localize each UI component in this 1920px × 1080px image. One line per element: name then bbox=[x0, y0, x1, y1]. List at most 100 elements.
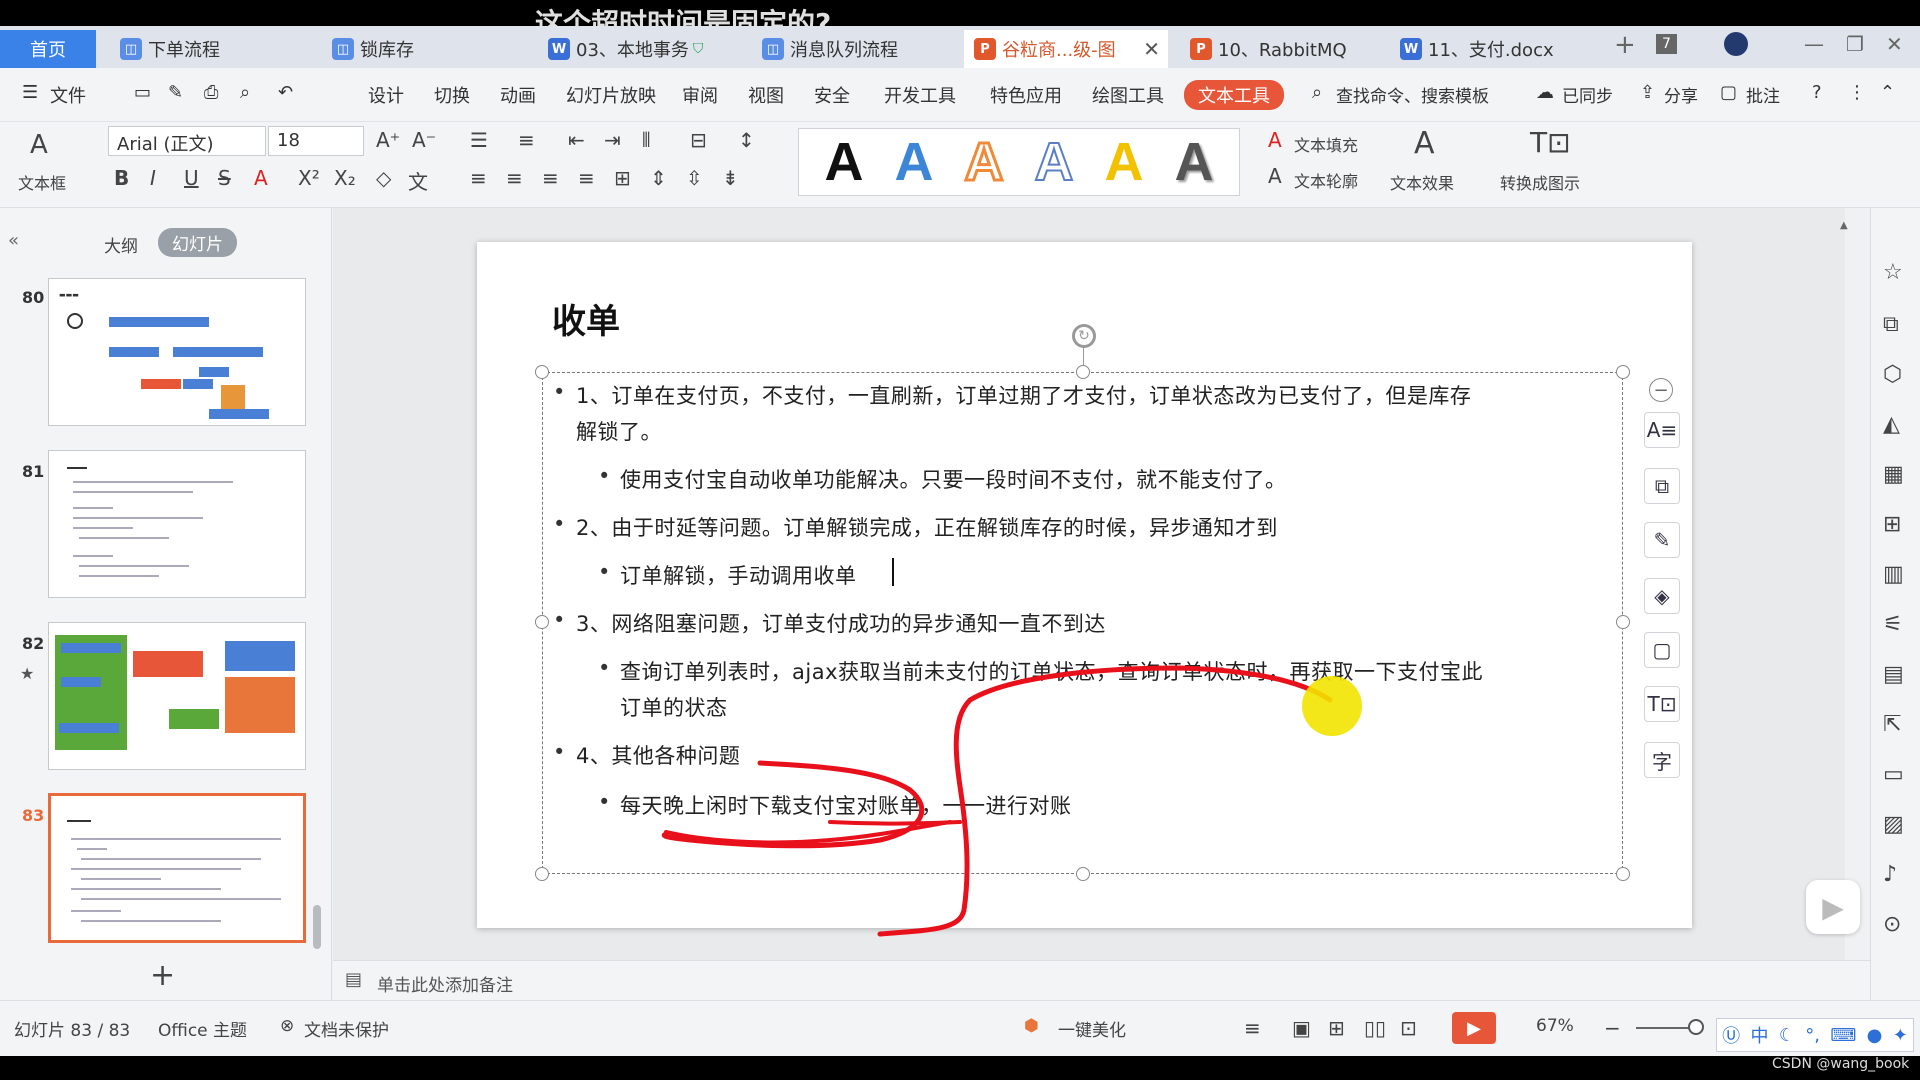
increase-font-icon[interactable]: A⁺ bbox=[376, 128, 400, 152]
menu-view[interactable]: 视图 bbox=[748, 82, 784, 108]
zoom-level[interactable]: 67% bbox=[1536, 1016, 1574, 1036]
ime-logo-icon[interactable]: Ⓤ bbox=[1722, 1022, 1740, 1048]
decrease-indent-icon[interactable]: ⇤ bbox=[568, 128, 585, 152]
superscript-icon[interactable]: X² bbox=[298, 166, 320, 190]
menu-file[interactable]: 文件 bbox=[50, 82, 86, 108]
add-slide-button[interactable]: + bbox=[150, 958, 175, 993]
bullet-level1[interactable]: 3、网络阻塞问题，订单支付成功的异步通知一直不到达 bbox=[553, 608, 1106, 638]
style-icon[interactable]: ◭ bbox=[1883, 412, 1900, 437]
menu-animation[interactable]: 动画 bbox=[500, 82, 536, 108]
strikethrough-icon[interactable]: S bbox=[218, 166, 231, 190]
ime-toolbar[interactable]: Ⓤ 中 ☾ °, ⌨ ● ✦ bbox=[1716, 1018, 1914, 1052]
bullet-level2[interactable]: 订单解锁，手动调用收单 bbox=[598, 560, 857, 590]
vertical-align-icon[interactable]: ⇳ bbox=[686, 166, 703, 190]
more-icon[interactable]: ⋮ bbox=[1848, 82, 1866, 103]
slide-thumbnail-81[interactable] bbox=[48, 450, 306, 598]
help-icon[interactable]: ? bbox=[1812, 82, 1822, 103]
tab-rabbitmq[interactable]: P 10、RabbitMQ bbox=[1180, 30, 1380, 68]
chart-icon[interactable]: ▥ bbox=[1883, 562, 1904, 587]
ime-keyboard-icon[interactable]: ⌨ bbox=[1830, 1025, 1856, 1046]
align-center-icon[interactable]: ≡ bbox=[506, 166, 523, 190]
text-fill-button[interactable]: 文本填充 bbox=[1294, 132, 1358, 156]
new-tab-icon[interactable]: + bbox=[1614, 30, 1636, 60]
tab-local-transaction[interactable]: W 03、本地事务 ⛉ bbox=[538, 30, 738, 68]
ime-language[interactable]: 中 bbox=[1750, 1022, 1768, 1048]
numbered-list-icon[interactable]: ≡ bbox=[518, 128, 535, 152]
menu-security[interactable]: 安全 bbox=[814, 82, 850, 108]
location-icon[interactable]: ⊙ bbox=[1883, 912, 1901, 937]
minimize-icon[interactable]: — bbox=[1804, 32, 1824, 56]
tab-lock-stock[interactable]: ◫ 锁库存 bbox=[322, 30, 522, 68]
dictionary-icon[interactable]: 字 bbox=[1644, 742, 1680, 778]
sorter-view-icon[interactable]: ⊞ bbox=[1328, 1016, 1345, 1040]
thumbnail-scrollbar[interactable] bbox=[313, 905, 321, 949]
italic-icon[interactable]: I bbox=[150, 166, 156, 190]
art-style-orange-outline[interactable]: A bbox=[963, 131, 1005, 194]
tab-outline[interactable]: 大纲 bbox=[104, 232, 138, 257]
resize-handle-right[interactable] bbox=[1616, 615, 1630, 629]
slide-thumbnail-83[interactable] bbox=[48, 793, 306, 943]
bullet-level1[interactable]: 2、由于时延等问题。订单解锁完成，正在解锁库存的时候，异步通知才到 bbox=[553, 512, 1278, 542]
save-icon[interactable]: ▭ bbox=[134, 82, 151, 103]
text-outline-button[interactable]: 文本轮廓 bbox=[1294, 168, 1358, 192]
zoom-slider-knob[interactable] bbox=[1688, 1019, 1704, 1035]
menu-design[interactable]: 设计 bbox=[368, 82, 404, 108]
column-icon[interactable]: ⫴ bbox=[642, 128, 650, 152]
collapse-panel-icon[interactable]: « bbox=[8, 230, 19, 251]
menu-review[interactable]: 审阅 bbox=[682, 82, 718, 108]
slide-thumbnail-82[interactable] bbox=[48, 622, 306, 770]
align-right-icon[interactable]: ≡ bbox=[542, 166, 559, 190]
tab-count-badge[interactable]: 7 bbox=[1656, 34, 1677, 54]
text-layout-icon[interactable]: A≡ bbox=[1644, 412, 1680, 448]
ime-punct-icon[interactable]: °, bbox=[1805, 1025, 1820, 1046]
bold-icon[interactable]: B bbox=[114, 166, 129, 190]
beautify-button[interactable]: 一键美化 bbox=[1058, 1016, 1126, 1041]
print-icon[interactable]: ⎙ bbox=[204, 82, 218, 103]
avatar[interactable] bbox=[1724, 32, 1748, 56]
pen-icon[interactable]: ✎ bbox=[1644, 522, 1680, 558]
bullet-level2[interactable]: 查询订单列表时，ajax获取当前未支付的订单状态，查询订单状态时，再获取一下支付… bbox=[598, 656, 1483, 686]
zoom-out-icon[interactable]: − bbox=[1604, 1016, 1621, 1040]
notes-toggle-icon[interactable]: ≡ bbox=[1244, 1016, 1261, 1040]
rotate-handle-icon[interactable]: ↻ bbox=[1072, 324, 1096, 348]
tab-home[interactable]: 首页 bbox=[0, 30, 96, 68]
hamburger-icon[interactable]: ☰ bbox=[22, 82, 38, 103]
print-preview-icon[interactable]: ⌕ bbox=[240, 82, 250, 103]
bullet-level1[interactable]: 4、其他各种问题 bbox=[553, 740, 740, 770]
search-icon[interactable]: ⌕ bbox=[1312, 82, 1322, 103]
frame-icon[interactable]: ▢ bbox=[1644, 632, 1680, 668]
clear-format-icon[interactable]: ◇ bbox=[376, 166, 391, 190]
bullet-list-icon[interactable]: ☰ bbox=[470, 128, 488, 152]
distribute-icon[interactable]: ⊞ bbox=[614, 166, 631, 190]
menu-text-tools[interactable]: 文本工具 bbox=[1184, 80, 1284, 110]
close-icon[interactable]: ✕ bbox=[1143, 37, 1160, 61]
menu-slideshow[interactable]: 幻灯片放映 bbox=[566, 82, 656, 108]
play-slideshow-icon[interactable]: ▶ bbox=[1452, 1012, 1496, 1044]
layers-icon[interactable]: ⧉ bbox=[1644, 468, 1680, 504]
font-name-select[interactable]: Arial (正文) bbox=[108, 126, 266, 156]
menu-features[interactable]: 特色应用 bbox=[990, 82, 1062, 108]
align-left-icon[interactable]: ≡ bbox=[470, 166, 487, 190]
resize-handle-top[interactable] bbox=[1076, 365, 1090, 379]
resize-handle-bottom[interactable] bbox=[1076, 867, 1090, 881]
audio-icon[interactable]: ♪ bbox=[1883, 862, 1897, 887]
textbox-button[interactable]: 文本框 bbox=[18, 170, 66, 194]
menu-transition[interactable]: 切换 bbox=[434, 82, 470, 108]
table-icon[interactable]: ▦ bbox=[1883, 462, 1904, 487]
font-size-select[interactable]: 18 bbox=[268, 126, 364, 156]
convert-diagram-button[interactable]: 转换成图示 bbox=[1500, 170, 1580, 194]
archive-icon[interactable]: ▭ bbox=[1883, 762, 1904, 787]
justify-icon[interactable]: ≡ bbox=[578, 166, 595, 190]
shape-icon[interactable]: ⬡ bbox=[1883, 362, 1902, 387]
fill-icon[interactable]: ◈ bbox=[1644, 578, 1680, 614]
format-painter-icon[interactable]: ✎ bbox=[168, 82, 183, 103]
notes-pane[interactable]: ▤ 单击此处添加备注 bbox=[333, 960, 1870, 1000]
command-search[interactable]: 查找命令、搜索模板 bbox=[1336, 82, 1489, 107]
slide-title[interactable]: 收单 bbox=[552, 294, 620, 343]
window-close-icon[interactable]: ✕ bbox=[1886, 32, 1903, 56]
theme-name[interactable]: Office 主题 bbox=[158, 1016, 247, 1041]
subscript-icon[interactable]: X₂ bbox=[334, 166, 356, 190]
art-style-gold[interactable]: A bbox=[1105, 131, 1144, 193]
textbox-icon[interactable]: A bbox=[30, 130, 48, 160]
slide-thumbnail-80[interactable]: ▬▬▬ bbox=[48, 278, 306, 426]
